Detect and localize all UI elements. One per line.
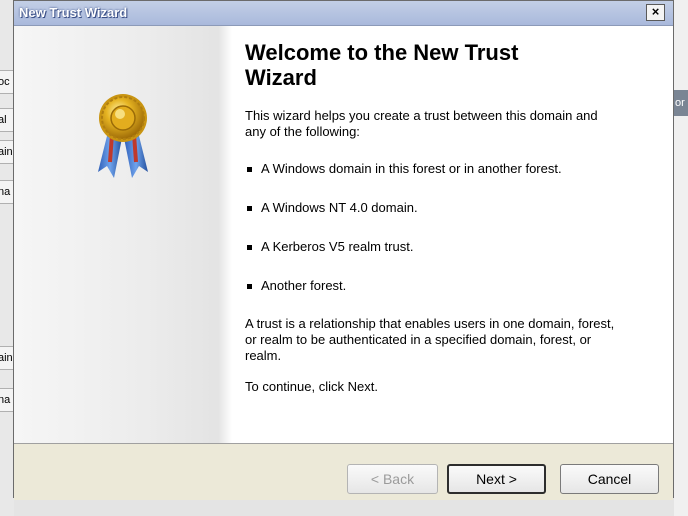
background-app-right (673, 0, 688, 516)
continue-text: To continue, click Next. (245, 379, 378, 394)
definition-text: A trust is a relationship that enables u… (245, 316, 615, 363)
background-fragment: na (0, 180, 14, 204)
close-button[interactable]: × (646, 4, 665, 21)
trust-type-list: A Windows domain in this forest or in an… (245, 161, 655, 294)
wizard-content: Welcome to the New Trust Wizard This wiz… (14, 26, 673, 443)
wizard-window: New Trust Wizard × Welcome to the New Tr… (13, 0, 674, 500)
background-app-bottom (14, 498, 674, 516)
title-bar[interactable]: New Trust Wizard × (14, 1, 673, 26)
next-button[interactable]: Next > (447, 464, 546, 494)
cancel-button[interactable]: Cancel (560, 464, 659, 494)
page-title: Welcome to the New Trust Wizard (245, 40, 519, 90)
background-fragment: al (0, 108, 14, 132)
window-title: New Trust Wizard (19, 5, 128, 20)
intro-text: This wizard helps you create a trust bet… (245, 108, 598, 139)
close-icon: × (651, 4, 660, 19)
list-item: Another forest. (245, 278, 655, 294)
background-fragment: ain (0, 346, 14, 370)
back-button[interactable]: < Back (347, 464, 438, 494)
background-fragment: na (0, 388, 14, 412)
list-item: A Windows NT 4.0 domain. (245, 200, 655, 216)
award-ribbon-icon (92, 92, 154, 184)
wizard-banner (14, 26, 232, 443)
background-fragment: ain (0, 140, 14, 164)
welcome-panel: Welcome to the New Trust Wizard This wiz… (245, 40, 655, 395)
background-fragment: oc (0, 70, 14, 94)
list-item: A Windows domain in this forest or in an… (245, 161, 655, 177)
button-bar: < Back Next > Cancel (14, 443, 673, 500)
list-item: A Kerberos V5 realm trust. (245, 239, 655, 255)
background-fragment-right: or (674, 90, 688, 116)
